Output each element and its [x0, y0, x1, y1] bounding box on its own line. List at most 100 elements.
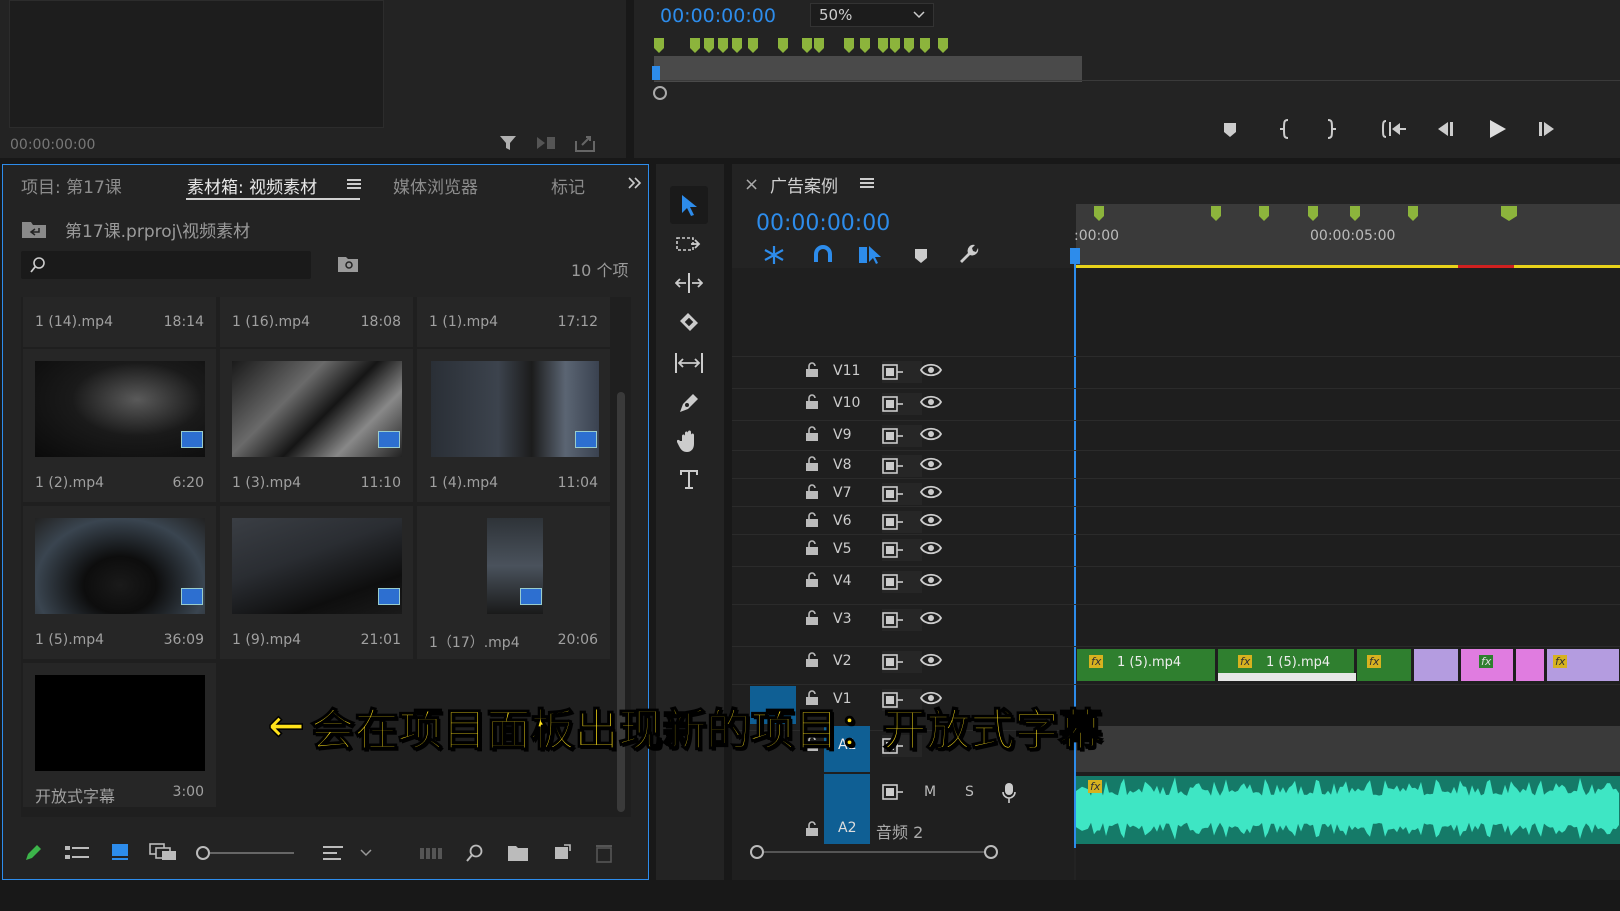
step-forward-icon[interactable]: [1536, 120, 1558, 138]
wrench-icon[interactable]: [958, 244, 982, 268]
lock-icon[interactable]: [805, 362, 819, 378]
panel-menu-icon[interactable]: [347, 178, 361, 190]
add-marker-icon[interactable]: [914, 248, 928, 264]
razor-tool-icon[interactable]: [670, 304, 708, 342]
mark-in-icon[interactable]: [1278, 118, 1292, 140]
zoom-handle[interactable]: [653, 86, 667, 100]
grid-item[interactable]: 1（17）.mp4 20:06: [417, 506, 610, 659]
hand-tool-icon[interactable]: [670, 422, 708, 460]
toggle-sync-lock-icon[interactable]: [882, 651, 922, 673]
track-label-v9[interactable]: V9: [833, 427, 851, 443]
list-view-icon[interactable]: [65, 845, 89, 861]
export-icon[interactable]: [574, 133, 596, 153]
trash-icon[interactable]: [595, 843, 613, 863]
timeline-ruler[interactable]: :00:00 00:00:05:00: [1074, 204, 1620, 268]
playhead[interactable]: [652, 66, 660, 80]
toggle-sync-lock-icon[interactable]: [882, 571, 922, 593]
zoom-select[interactable]: 50%: [810, 3, 934, 27]
program-timeline-ruler[interactable]: [652, 56, 1620, 82]
step-back-icon[interactable]: [1434, 120, 1456, 138]
automate-sequence-icon[interactable]: [419, 845, 443, 861]
tab-overflow-icon[interactable]: [627, 176, 643, 190]
icon-view-icon[interactable]: [111, 843, 129, 861]
grid-item[interactable]: 1 (4).mp4 11:04: [417, 349, 610, 502]
microphone-icon[interactable]: [1002, 782, 1016, 804]
solo-button[interactable]: S: [965, 784, 974, 800]
eye-icon[interactable]: [920, 363, 942, 377]
close-sequence-button[interactable]: ×: [744, 174, 759, 195]
track-select-tool-icon[interactable]: [670, 226, 708, 264]
linked-selection-icon[interactable]: [858, 244, 882, 266]
track-label-v10[interactable]: V10: [833, 395, 860, 411]
a2-sync-lock-icon[interactable]: [882, 784, 904, 800]
sort-icon[interactable]: [323, 845, 345, 861]
toggle-sync-lock-icon[interactable]: [882, 609, 922, 631]
clip-v2-5[interactable]: fx: [1460, 648, 1514, 682]
find-icon[interactable]: [465, 843, 485, 863]
track-label-v11[interactable]: V11: [833, 363, 860, 379]
track-label-v7[interactable]: V7: [833, 485, 851, 501]
program-timecode[interactable]: 00:00:00:00: [660, 5, 776, 27]
track-label-v4[interactable]: V4: [833, 573, 851, 589]
toggle-sync-lock-icon[interactable]: [882, 539, 922, 561]
sort-chevron-icon[interactable]: [360, 848, 372, 858]
clip-v2-3[interactable]: fx: [1356, 648, 1412, 682]
go-to-in-icon[interactable]: [1382, 119, 1408, 139]
tab-bin-video[interactable]: 素材箱: 视频素材: [187, 173, 317, 198]
pencil-icon[interactable]: [23, 843, 43, 863]
lock-icon[interactable]: [805, 512, 819, 528]
clip-v2-1[interactable]: fx 1 (5).mp4: [1076, 648, 1216, 682]
zoom-slider[interactable]: [196, 845, 296, 861]
mute-button[interactable]: M: [924, 784, 936, 800]
audio-clip-a2[interactable]: fx: [1076, 776, 1620, 844]
grid-item[interactable]: 1 (16).mp4 18:08: [220, 297, 413, 347]
eye-icon[interactable]: [920, 457, 942, 471]
search-input[interactable]: [21, 251, 311, 279]
eye-icon[interactable]: [920, 653, 942, 667]
add-marker-icon[interactable]: [1222, 121, 1238, 137]
lock-icon[interactable]: [805, 426, 819, 442]
new-search-bin-icon[interactable]: [337, 255, 359, 273]
a2-lock-icon[interactable]: [805, 821, 819, 837]
grid-item[interactable]: 1 (14).mp4 18:14: [23, 297, 216, 347]
track-label-v8[interactable]: V8: [833, 457, 851, 473]
track-label-v2[interactable]: V2: [833, 653, 851, 669]
toggle-sync-lock-icon[interactable]: [882, 393, 922, 415]
timeline-zoom-scroll[interactable]: [750, 844, 1018, 860]
timeline-playhead-handle[interactable]: [1070, 248, 1080, 264]
clip-v2-7[interactable]: fx: [1546, 648, 1620, 682]
pen-tool-icon[interactable]: [670, 384, 708, 422]
mark-out-icon[interactable]: [1324, 118, 1338, 140]
grid-item[interactable]: 1 (1).mp4 17:12: [417, 297, 610, 347]
eye-icon[interactable]: [920, 541, 942, 555]
clip-v2-2[interactable]: fx 1 (5).mp4: [1217, 648, 1356, 682]
lock-icon[interactable]: [805, 456, 819, 472]
grid-item[interactable]: 开放式字幕 3:00: [23, 663, 216, 807]
clip-v2-4[interactable]: [1413, 648, 1459, 682]
lock-icon[interactable]: [805, 394, 819, 410]
filter-icon[interactable]: [498, 133, 518, 153]
play-icon[interactable]: [1486, 118, 1508, 140]
sequence-tab[interactable]: 广告案例: [770, 172, 838, 197]
lock-icon[interactable]: [805, 540, 819, 556]
track-label-v6[interactable]: V6: [833, 513, 851, 529]
snap-icon[interactable]: [812, 244, 834, 266]
sequence-timecode[interactable]: 00:00:00:00: [756, 211, 890, 236]
insert-icon[interactable]: [535, 134, 559, 152]
eye-icon[interactable]: [920, 611, 942, 625]
toggle-sync-lock-icon[interactable]: [882, 455, 922, 477]
audio-track-name[interactable]: 音频 2: [876, 819, 923, 843]
slip-tool-icon[interactable]: [670, 344, 708, 382]
type-tool-icon[interactable]: [670, 460, 708, 498]
eye-icon[interactable]: [920, 395, 942, 409]
lock-icon[interactable]: [805, 652, 819, 668]
grid-item[interactable]: 1 (5).mp4 36:09: [23, 506, 216, 659]
ripple-edit-tool-icon[interactable]: [670, 264, 708, 302]
eye-icon[interactable]: [920, 427, 942, 441]
track-label-v5[interactable]: V5: [833, 541, 851, 557]
track-label-v3[interactable]: V3: [833, 611, 851, 627]
tab-project[interactable]: 项目: 第17课: [21, 173, 122, 198]
clip-v2-6[interactable]: [1515, 648, 1545, 682]
toggle-sync-lock-icon[interactable]: [882, 483, 922, 505]
lock-icon[interactable]: [805, 572, 819, 588]
